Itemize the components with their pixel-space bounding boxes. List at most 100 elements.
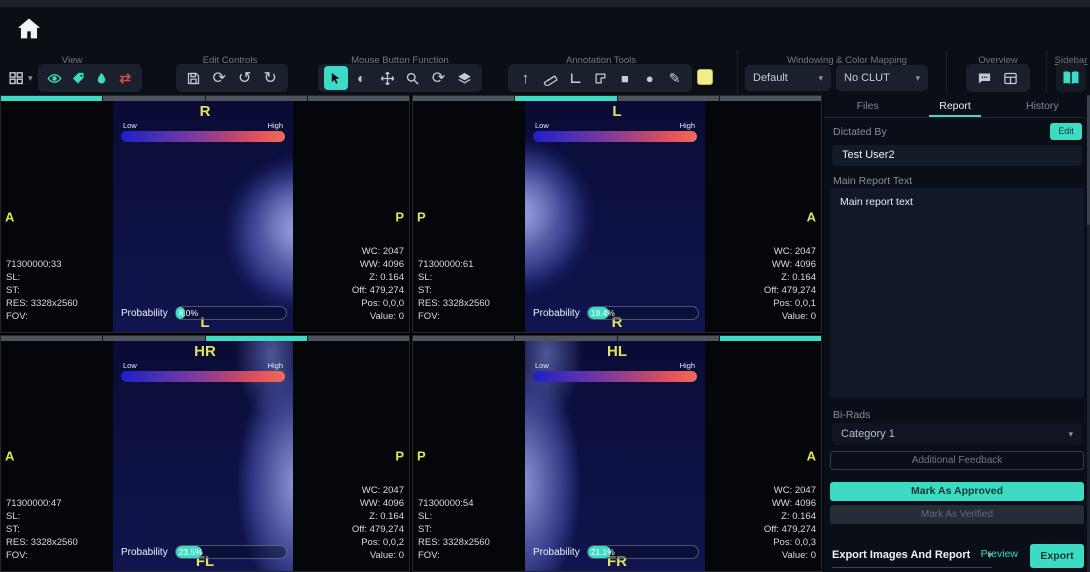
labels-toggle-button[interactable] [68,66,90,90]
probability-colorbar: Low High [533,122,697,142]
export-button[interactable]: Export [1030,544,1084,568]
report-sidebar: Files Report History Dictated By Edit Te… [824,95,1090,572]
open-book-icon [1062,70,1080,86]
viewport-hl-mlo[interactable]: HL Low High P A FR 71300000:54SL:ST:RES:… [412,335,822,572]
probability-colorbar: Low High [121,362,285,382]
ellipse-annotation-button[interactable]: ● [638,66,661,90]
mark-as-verified-button[interactable]: Mark As Verified [830,505,1084,524]
layout-grid-button[interactable]: ▾ [8,64,33,92]
probability-fill: 23.5% [176,546,202,558]
birads-value: Category 1 [841,423,895,445]
heatmap-toggle-button[interactable] [91,66,113,90]
undo-button[interactable]: ↺ [233,66,257,90]
sidebar-tabs: Files Report History [824,95,1086,118]
reset-button[interactable]: ⟳ [208,66,232,90]
dictated-by-field[interactable]: Test User2 [832,145,1082,166]
angle-annotation-button[interactable] [564,66,587,90]
tab-files[interactable]: Files [824,95,911,117]
edit-button[interactable]: Edit [1050,123,1082,140]
clut-value: No CLUT [844,72,890,84]
scroll-slices-tool-button[interactable] [452,66,476,90]
ruler-annotation-button[interactable] [539,66,562,90]
overview-group [966,64,1030,92]
mammography-viewer-app: View Edit Controls Mouse Button Function… [0,0,1090,572]
freehand-annotation-button[interactable]: ✎ [663,66,686,90]
redo-button[interactable]: ↻ [259,66,283,90]
polygon-annotation-button[interactable] [589,66,612,90]
sync-views-toggle-button[interactable]: ⇄ [115,66,137,90]
probability-indicator: Probability 19.4% [533,306,699,320]
image-metadata-left: 71300000:61SL:ST:RES: 3328x2560FOV: [418,258,490,323]
image-metadata-left: 71300000:47SL:ST:RES: 3328x2560FOV: [6,497,78,562]
sidebar-toggle-button[interactable] [1056,63,1086,92]
birads-select[interactable]: Category 1 ▾ [832,423,1082,445]
image-metadata-right: WC: 2047WW: 4096Z: 0.164Off: 479,274Pos:… [764,245,816,323]
pan-tool-button[interactable] [375,66,399,90]
probability-bar: 23.5% [175,545,287,559]
zoom-tool-button[interactable] [401,66,425,90]
probability-indicator: Probability 21.1% [533,545,699,559]
probability-indicator: Probability 8.0% [121,306,287,320]
colorbar-high-label: High [268,361,283,370]
main-report-textarea[interactable]: Main report text [830,188,1084,398]
birads-label: Bi-Rads [833,409,870,421]
mouse-function-group: ◐ ⟳ [318,64,482,92]
probability-value: 21.1% [588,547,615,557]
redo-icon: ↻ [264,68,277,88]
image-metadata-right: WC: 2047WW: 4096Z: 0.164Off: 479,274Pos:… [764,484,816,562]
window-level-tool-button[interactable]: ◐ [350,66,374,90]
chevron-down-icon: ▾ [818,73,823,84]
arrow-up-icon: ↑ [522,70,530,87]
colorbar-high-label: High [268,121,283,130]
probability-value: 8.0% [176,308,198,318]
magnifier-icon [405,71,420,86]
windowing-preset-dropdown[interactable]: Default ▾ [745,65,831,91]
save-icon [186,71,201,86]
arrow-annotation-button[interactable]: ↑ [514,66,537,90]
orientation-label-top: HL [413,343,821,360]
annotation-color-swatch[interactable] [697,69,713,85]
overview-table-button[interactable] [998,66,1022,90]
tab-history[interactable]: History [999,95,1086,117]
image-metadata-left: 71300000:54SL:ST:RES: 3328x2560FOV: [418,497,490,562]
visibility-toggle-button[interactable] [44,66,66,90]
viewport-l-cc[interactable]: L Low High P A R 71300000:61SL:ST:RES: 3… [412,95,822,333]
sync-icon: ⟳ [213,68,226,88]
image-metadata-right: WC: 2047WW: 4096Z: 0.164Off: 479,274Pos:… [352,484,404,562]
comments-button[interactable] [972,66,996,90]
pointer-tool-button[interactable] [324,66,348,90]
dictated-by-label: Dictated By [833,126,887,138]
export-type-dropdown[interactable]: Export Images And Report ▾ [832,544,992,568]
additional-feedback-button[interactable]: Additional Feedback [830,451,1084,470]
save-button[interactable] [182,66,206,90]
toolbar-divider [1046,50,1047,93]
colorbar-high-label: High [680,361,695,370]
export-row: Export Images And Report ▾ Preview Expor… [832,544,1084,570]
tag-icon [71,71,86,86]
rectangle-annotation-button[interactable]: ■ [613,66,636,90]
app-header [0,7,1090,48]
tab-report[interactable]: Report [911,95,998,117]
preview-button[interactable]: Preview [981,548,1018,560]
colorbar-low-label: Low [123,121,137,130]
mark-as-approved-button[interactable]: Mark As Approved [830,482,1084,501]
probability-indicator: Probability 23.5% [121,545,287,559]
chevron-down-icon: ▾ [915,73,920,84]
viewport-r-cc[interactable]: R Low High A P L 71300000:33SL:ST:RES: 3… [0,95,410,333]
probability-bar: 8.0% [175,306,287,320]
home-button[interactable] [12,12,46,46]
clut-dropdown[interactable]: No CLUT ▾ [836,65,928,91]
pan-icon [380,71,395,86]
layers-icon [457,71,472,86]
probability-label: Probability [121,308,168,319]
image-metadata-left: 71300000:33SL:ST:RES: 3328x2560FOV: [6,258,78,323]
chevron-down-icon: ▾ [1068,423,1073,445]
ruler-icon [543,71,558,86]
shuffle-icon: ⇄ [119,70,131,87]
probability-bar: 19.4% [587,306,699,320]
polygon-icon [593,71,608,86]
viewport-hr-mlo[interactable]: HR Low High A P FL 71300000:47SL:ST:RES:… [0,335,410,572]
colorbar-low-label: Low [535,121,549,130]
rotate-tool-button[interactable]: ⟳ [427,66,451,90]
toolbar-divider [737,50,738,93]
